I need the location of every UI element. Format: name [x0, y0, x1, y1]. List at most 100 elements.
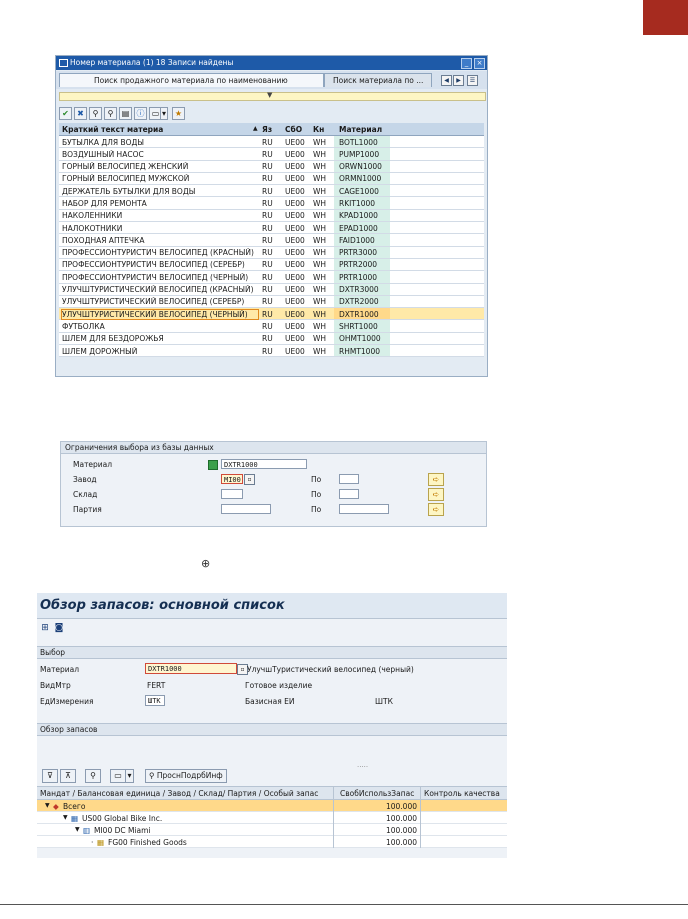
- result-row[interactable]: УЛУЧШТУРИСТИЧЕСКИЙ ВЕЛОСИПЕД (ЧЕРНЫЙ) RU U…: [59, 308, 484, 321]
- tree-value-total: 100.000: [385, 801, 417, 811]
- result-row[interactable]: ВОЗДУШНЫЙ НАСОС RU UE00 WH PUMP1000: [59, 148, 484, 161]
- multiple-selection-storage-icon[interactable]: ➪: [428, 488, 444, 501]
- result-row[interactable]: НАКОЛЕННИКИ RU UE00 WH KPAD1000: [59, 209, 484, 223]
- storage-label: Склад: [73, 490, 98, 499]
- col-sales-org[interactable]: СбО: [285, 125, 311, 134]
- material-field[interactable]: DXTR1000: [145, 663, 237, 674]
- minimize-icon[interactable]: _: [461, 58, 472, 69]
- cell-language: RU: [262, 248, 273, 258]
- cell-sales-org: UE00: [285, 174, 305, 184]
- plant-to-input[interactable]: [339, 474, 359, 484]
- multiple-selection-plant-icon[interactable]: ➪: [428, 473, 444, 486]
- cell-material: DXTR2000: [334, 295, 390, 308]
- cell-language: RU: [262, 285, 273, 295]
- tree-row-company[interactable]: ▼ ▦ US00 Global Bike Inc. 100.000: [37, 812, 507, 824]
- material-input[interactable]: DXTR1000: [221, 459, 307, 469]
- cancel-icon[interactable]: ✖: [74, 107, 87, 120]
- cell-sales-org: UE00: [285, 260, 305, 270]
- result-row[interactable]: ДЕРЖАТЕЛЬ БУТЫЛКИ ДЛЯ ВОДЫ RU UE00 WH CAGE10…: [59, 185, 484, 198]
- cell-sales-org: UE00: [285, 346, 305, 356]
- result-row[interactable]: ПРОФЕССИОНТУРИСТИЧ ВЕЛОСИПЕД (СЕРЕБР) RU U…: [59, 258, 484, 272]
- tree-expanded-icon[interactable]: ▼: [63, 814, 68, 821]
- tab-next-icon[interactable]: ▶: [453, 75, 464, 86]
- plant-input[interactable]: MI00: [221, 474, 243, 484]
- cell-sales-org: UE00: [285, 149, 305, 159]
- result-row[interactable]: БУТЫЛКА ДЛЯ ВОДЫ RU UE00 WH BOTL1000: [59, 136, 484, 149]
- print-dropdown-icon[interactable]: ▾: [125, 769, 134, 783]
- batch-input[interactable]: [221, 504, 271, 514]
- cell-channel: WH: [313, 223, 327, 233]
- result-row[interactable]: УЛУЧШТУРИСТИЧЕСКИЙ ВЕЛОСИПЕД (СЕРЕБР) RU U…: [59, 295, 484, 309]
- col-channel[interactable]: Кн: [313, 125, 331, 134]
- result-table-header: Краткий текст материа ▲ Яз СбО Кн Матери…: [59, 123, 484, 136]
- collapse-all-icon[interactable]: ⊼: [60, 769, 76, 783]
- cell-sales-org: UE00: [285, 223, 305, 233]
- result-row[interactable]: ПРОФЕССИОНТУРИСТИЧ ВЕЛОСИПЕД (ЧЕРНЫЙ) RU U…: [59, 271, 484, 284]
- tab-list-icon[interactable]: ☰: [467, 75, 478, 86]
- restriction-toggle-bar[interactable]: ▼: [59, 91, 486, 101]
- tab-prev-icon[interactable]: ◀: [441, 75, 452, 86]
- result-row[interactable]: НАБОР ДЛЯ РЕМОНТА RU UE00 WH RKIT1000: [59, 197, 484, 210]
- batch-label: Партия: [73, 505, 102, 514]
- result-row[interactable]: ПОХОДНАЯ АПТЕЧКА RU UE00 WH FAID1000: [59, 234, 484, 247]
- tree-row-total[interactable]: ▼ ◆ Всего 100.000: [37, 800, 507, 812]
- status-ok-icon: [208, 460, 218, 470]
- result-row[interactable]: ШЛЕМ ДОРОЖНЫЙ RU UE00 WH RHMT1000: [59, 345, 484, 358]
- cell-short-text: УЛУЧШТУРИСТИЧЕСКИЙ ВЕЛОСИПЕД (КРАСНЫЙ): [62, 285, 254, 295]
- execute-clock-icon[interactable]: ⊕: [201, 557, 210, 570]
- result-row[interactable]: УЛУЧШТУРИСТИЧЕСКИЙ ВЕЛОСИПЕД (КРАСНЫЙ) RU…: [59, 283, 484, 296]
- cell-channel: WH: [313, 285, 327, 295]
- tree-expanded-icon[interactable]: ▼: [45, 802, 50, 809]
- result-row[interactable]: ГОРНЫЙ ВЕЛОСИПЕД МУЖСКОЙ RU UE00 WH ORMN1000: [59, 172, 484, 186]
- result-row[interactable]: ПРОФЕССИОНТУРИСТИЧ ВЕЛОСИПЕД (КРАСНЫЙ) RU…: [59, 246, 484, 259]
- close-icon[interactable]: ×: [474, 58, 485, 69]
- result-row[interactable]: ШЛЕМ ДЛЯ БЕЗДОРОЖЬЯ RU UE00 WH OHMT1000: [59, 332, 484, 346]
- cell-sales-org: UE00: [285, 334, 305, 344]
- refresh-icon[interactable]: ◙: [54, 623, 64, 633]
- filter-icon[interactable]: ▤: [119, 107, 132, 120]
- cell-short-text: ПРОФЕССИОНТУРИСТИЧ ВЕЛОСИПЕД (СЕРЕБР): [62, 260, 245, 270]
- cell-material: PRTR1000: [334, 271, 390, 283]
- resize-handle[interactable]: .....: [357, 761, 368, 769]
- plant-label: Завод: [73, 475, 97, 484]
- tab-material-search[interactable]: Поиск материала по ...: [324, 73, 432, 87]
- material-description: УлучшТуристический велосипед (черный): [247, 665, 414, 674]
- result-row[interactable]: ГОРНЫЙ ВЕЛОСИПЕД ЖЕНСКИЙ RU UE00 WH ORWN1000: [59, 160, 484, 173]
- find-icon[interactable]: ⚲: [85, 769, 101, 783]
- cell-short-text: ФУТБОЛКА: [62, 321, 105, 331]
- tree-header: Мандат / Балансовая единица / Завод / Ск…: [37, 786, 507, 800]
- check-icon[interactable]: ✔: [59, 107, 72, 120]
- batch-to-input[interactable]: [339, 504, 389, 514]
- tree-row-storage[interactable]: · ▦ FG00 Finished Goods 100.000: [37, 836, 507, 848]
- matchcode-icon[interactable]: ▫: [244, 474, 255, 485]
- layout-dropdown-icon[interactable]: ▾: [160, 107, 168, 120]
- storage-to-input[interactable]: [339, 489, 359, 499]
- col-hierarchy[interactable]: Мандат / Балансовая единица / Завод / Ск…: [40, 789, 332, 798]
- result-row[interactable]: НАЛОКОТНИКИ RU UE00 WH EPAD1000: [59, 222, 484, 235]
- col-short-text[interactable]: Краткий текст материа: [62, 125, 258, 134]
- matl-type-label: ВидМтр: [40, 681, 71, 690]
- tree-row-plant[interactable]: ▼ ▥ MI00 DC Miami 100.000: [37, 824, 507, 836]
- hierarchy-icon[interactable]: ⊞: [40, 623, 50, 633]
- col-unrestricted-stock[interactable]: СвобИспользЗапас: [340, 789, 420, 798]
- uom-field[interactable]: ШТК: [145, 695, 165, 706]
- result-row[interactable]: ФУТБОЛКА RU UE00 WH SHRT1000: [59, 320, 484, 333]
- cell-short-text: ПОХОДНАЯ АПТЕЧКА: [62, 235, 145, 245]
- multiple-selection-batch-icon[interactable]: ➪: [428, 503, 444, 516]
- info-icon[interactable]: ⓘ: [134, 107, 147, 120]
- find-icon[interactable]: ⚲: [89, 107, 102, 120]
- storage-input[interactable]: [221, 489, 243, 499]
- expand-arrow-icon: ▼: [267, 91, 273, 99]
- col-quality-inspection[interactable]: Контроль качества: [424, 789, 506, 798]
- col-material[interactable]: Материал: [339, 125, 389, 134]
- find-next-icon[interactable]: ⚲: [104, 107, 117, 120]
- cell-sales-org: UE00: [285, 137, 305, 147]
- personal-list-icon[interactable]: ★: [172, 107, 185, 120]
- expand-all-icon[interactable]: ⊽: [42, 769, 58, 783]
- cell-language: RU: [262, 198, 273, 208]
- detail-display-button[interactable]: ⚲ ПроснПодрбИнф: [145, 769, 227, 783]
- tree-expanded-icon[interactable]: ▼: [75, 826, 80, 833]
- col-language[interactable]: Яз: [262, 125, 282, 134]
- print-icon[interactable]: ▭: [110, 769, 126, 783]
- tab-sales-material-by-name[interactable]: Поиск продажного материала по наименован…: [59, 73, 324, 87]
